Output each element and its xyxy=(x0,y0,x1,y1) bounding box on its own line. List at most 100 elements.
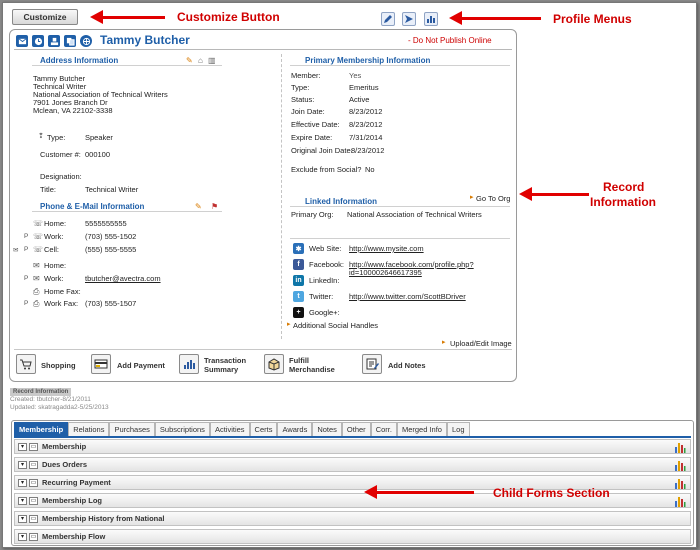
edit-pencil-icon[interactable] xyxy=(381,12,395,26)
child-form-report-icon[interactable] xyxy=(674,477,686,489)
website-link[interactable]: http://www.mysite.com xyxy=(349,244,424,253)
phone-icon: ☏ xyxy=(33,232,44,241)
job-title-value: Technical Writer xyxy=(85,185,139,194)
transaction-summary-action[interactable]: Transaction xyxy=(204,356,246,365)
member-type-label: Type: xyxy=(291,83,310,92)
facebook-link-cont[interactable]: id=100002646617395 xyxy=(349,268,422,277)
form-icon[interactable]: ▭ xyxy=(29,515,38,523)
tab-certs[interactable]: Certs xyxy=(249,422,278,436)
phone-cell-value: (555) 555-5555 xyxy=(85,245,137,254)
form-icon[interactable]: ▭ xyxy=(29,479,38,487)
tab-corr[interactable]: Corr. xyxy=(370,422,397,436)
tab-membership[interactable]: Membership xyxy=(14,422,69,436)
send-icon[interactable] xyxy=(402,12,416,26)
tab-notes[interactable]: Notes xyxy=(312,422,342,436)
address-list-icon[interactable]: ▥ xyxy=(208,56,216,65)
child-form-report-icon[interactable] xyxy=(674,441,686,453)
child-form-label[interactable]: Membership History from National xyxy=(42,514,165,523)
twitter-link[interactable]: http://www.twitter.com/ScottBDriver xyxy=(349,292,466,301)
effective-date-value: 8/23/2012 xyxy=(349,120,383,129)
form-icon[interactable]: ▭ xyxy=(29,443,38,451)
child-form-label[interactable]: Membership Flow xyxy=(42,532,105,541)
add-payment-icon[interactable] xyxy=(91,354,111,374)
tab-log[interactable]: Log xyxy=(446,422,470,436)
child-form-label[interactable]: Recurring Payment xyxy=(42,478,111,487)
actions-divider xyxy=(14,349,512,350)
expand-icon[interactable]: ▾ xyxy=(18,461,27,469)
additional-social-link[interactable]: Additional Social Handles xyxy=(293,321,378,330)
fulfill-merchandise-icon[interactable] xyxy=(264,354,284,374)
fulfill-merchandise-action[interactable]: Fulfill xyxy=(289,356,309,365)
go-to-org-link[interactable]: Go To Org xyxy=(476,194,510,203)
mail-icon[interactable] xyxy=(16,35,28,47)
phone-edit-icon[interactable]: ✎ xyxy=(195,202,202,211)
child-form-label[interactable]: Membership Log xyxy=(42,496,102,505)
add-payment-action[interactable]: Add Payment xyxy=(117,361,165,370)
tab-merged-info[interactable]: Merged Info xyxy=(396,422,447,436)
tab-subscriptions[interactable]: Subscriptions xyxy=(154,422,210,436)
phone-section-line xyxy=(32,211,222,212)
phone-work-label: Work: xyxy=(44,232,64,241)
member-type-value: Emeritus xyxy=(349,83,379,92)
tab-relations[interactable]: Relations xyxy=(68,422,110,436)
expand-icon[interactable]: ▾ xyxy=(18,515,27,523)
fulfill-merchandise-action-line2[interactable]: Merchandise xyxy=(289,365,335,374)
child-form-row[interactable]: ▾ ▭ Membership Flow xyxy=(14,529,691,544)
original-join-date-label: Original Join Date: xyxy=(291,146,353,155)
app-frame: Customize Customize Button Profile Menus… xyxy=(2,2,697,548)
copy-icon[interactable] xyxy=(64,35,76,47)
add-notes-icon[interactable] xyxy=(362,354,382,374)
header-divider xyxy=(14,49,512,50)
address-section-line xyxy=(32,65,222,66)
child-form-row[interactable]: ▾ ▭ Dues Orders xyxy=(14,457,691,472)
child-form-report-icon[interactable] xyxy=(674,459,686,471)
email-work-label: Work: xyxy=(44,274,64,283)
form-icon[interactable]: ▭ xyxy=(29,461,38,469)
child-form-report-icon[interactable] xyxy=(674,495,686,507)
form-icon[interactable]: ▭ xyxy=(29,533,38,541)
profile-menus-annotation-arrow xyxy=(449,11,541,25)
child-form-label[interactable]: Dues Orders xyxy=(42,460,87,469)
reports-icon[interactable] xyxy=(424,12,438,26)
form-icon[interactable]: ▭ xyxy=(29,497,38,505)
transaction-summary-action-line2[interactable]: Summary xyxy=(204,365,238,374)
expand-icon[interactable]: ▾ xyxy=(18,533,27,541)
tab-activities[interactable]: Activities xyxy=(209,422,250,436)
expire-date-label: Expire Date: xyxy=(291,133,333,142)
add-notes-action[interactable]: Add Notes xyxy=(388,361,426,370)
email-work-link[interactable]: tbutcher@avectra.com xyxy=(85,274,161,283)
linked-section-line xyxy=(290,206,510,207)
shopping-cart-icon[interactable] xyxy=(16,354,36,374)
child-form-label[interactable]: Membership xyxy=(42,442,86,451)
globe-icon[interactable] xyxy=(80,35,92,47)
customize-button[interactable]: Customize xyxy=(12,9,78,25)
type-info-icon: ❢ xyxy=(38,133,44,140)
stamp-icon[interactable] xyxy=(48,35,60,47)
child-forms-annotation-label: Child Forms Section xyxy=(493,486,610,500)
sms-icon: ✉ xyxy=(13,247,19,254)
email-icon: ✉ xyxy=(33,274,40,283)
tab-other[interactable]: Other xyxy=(341,422,371,436)
email-home-label: Home: xyxy=(44,261,67,270)
job-title-label: Title: xyxy=(40,185,56,194)
tab-purchases[interactable]: Purchases xyxy=(109,422,155,436)
upload-edit-image-link[interactable]: Upload/Edit Image xyxy=(450,339,512,348)
phone-flag-icon[interactable]: ⚑ xyxy=(211,202,218,211)
child-form-row[interactable]: ▾ ▭ Membership History from National xyxy=(14,511,691,526)
tab-awards[interactable]: Awards xyxy=(277,422,313,436)
record-info-tab[interactable]: Record Information xyxy=(10,388,72,396)
transaction-summary-icon[interactable] xyxy=(179,354,199,374)
child-forms-annotation-arrow xyxy=(364,485,474,499)
clock-icon[interactable] xyxy=(32,35,44,47)
primary-flag-icon: P xyxy=(24,246,29,253)
exclude-social-label: Exclude from Social? xyxy=(291,165,362,174)
address-home-icon[interactable]: ⌂ xyxy=(198,56,203,65)
expand-icon[interactable]: ▾ xyxy=(18,479,27,487)
expand-icon[interactable]: ▾ xyxy=(18,497,27,505)
customize-annotation-arrow xyxy=(90,10,165,24)
shopping-action[interactable]: Shopping xyxy=(41,361,76,370)
additional-social-arrow-icon: ▸ xyxy=(287,321,291,328)
child-form-row[interactable]: ▾ ▭ Membership xyxy=(14,439,691,454)
expand-icon[interactable]: ▾ xyxy=(18,443,27,451)
address-edit-icon[interactable]: ✎ xyxy=(186,56,193,65)
